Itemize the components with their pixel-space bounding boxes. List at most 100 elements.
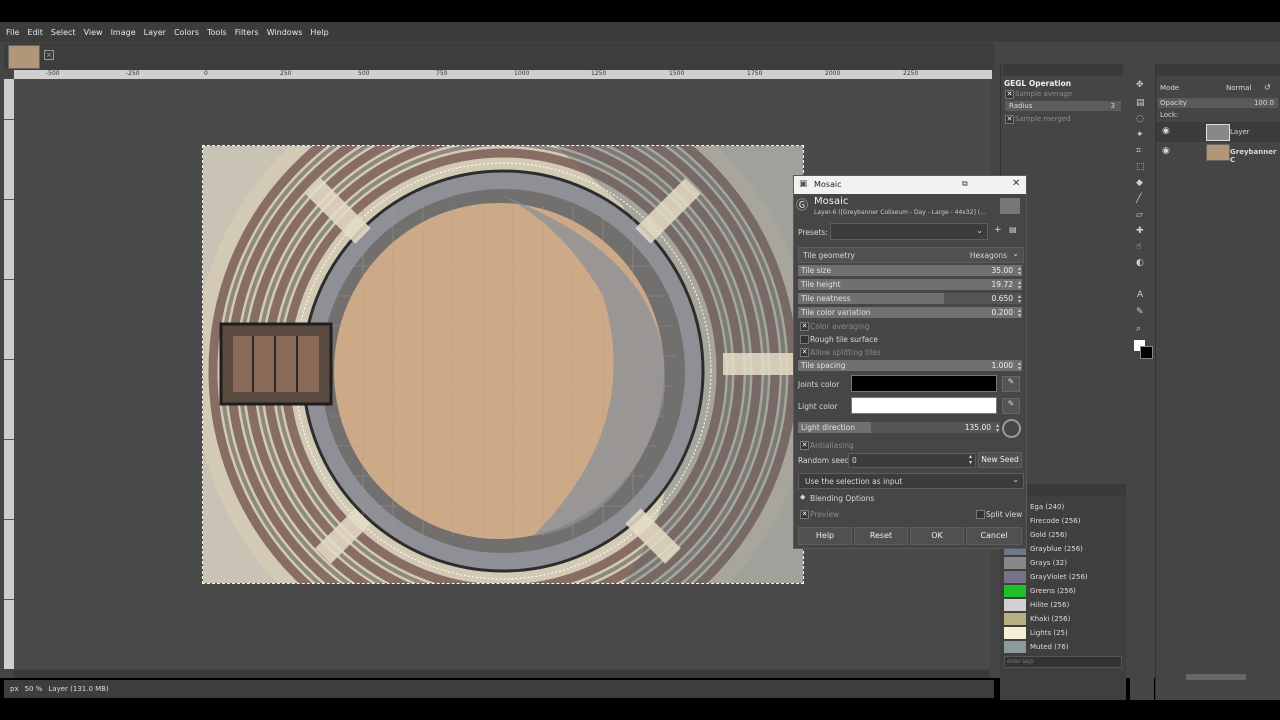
radius-field[interactable]: Radius 3	[1005, 101, 1121, 111]
text-tool-icon[interactable]: A	[1137, 290, 1143, 300]
background-color-swatch[interactable]	[1140, 346, 1153, 359]
reset-mode-icon[interactable]: ↺	[1264, 83, 1271, 92]
smudge-tool-icon[interactable]: ☝	[1136, 242, 1141, 252]
fuzzy-select-icon[interactable]: ✦	[1136, 130, 1144, 140]
allow-splitting-checkbox[interactable]: ✕	[800, 348, 809, 357]
menu-colors[interactable]: Colors	[174, 28, 199, 37]
menu-view[interactable]: View	[84, 28, 103, 37]
menu-select[interactable]: Select	[51, 28, 76, 37]
horizontal-scrollbar[interactable]	[14, 670, 990, 678]
dialog-titlebar[interactable]: ▣ Mosaic ⧉ ✕	[794, 176, 1026, 194]
spin-arrows-icon[interactable]: ▴ ▾	[969, 454, 972, 466]
palette-item[interactable]: Hilite (256)	[1004, 598, 1120, 612]
dodge-tool-icon[interactable]: ◐	[1136, 258, 1144, 268]
tile-geometry-dropdown[interactable]: Tile geometry Hexagons ⌄	[798, 247, 1024, 263]
color-picker-icon[interactable]: ✎	[1136, 307, 1144, 317]
spin-arrows-icon[interactable]: ▴ ▾	[1018, 266, 1021, 277]
light-direction-slider[interactable]: Light direction 135.00 ▴ ▾	[798, 422, 1000, 434]
palette-item[interactable]: Greens (256)	[1004, 584, 1120, 598]
new-seed-button[interactable]: New Seed	[978, 452, 1022, 468]
paintbrush-icon[interactable]: ╱	[1136, 194, 1141, 204]
tile-size-slider[interactable]: Tile size 35.00 ▴ ▾	[798, 265, 1022, 277]
unit-selector[interactable]: px	[10, 685, 19, 693]
help-button[interactable]: Help	[798, 527, 852, 545]
zoom-tool-icon[interactable]: ⌕	[1136, 324, 1141, 334]
light-color-button[interactable]	[851, 397, 997, 414]
clone-tool-icon[interactable]: ✚	[1136, 226, 1144, 236]
opacity-slider[interactable]: Opacity 100.0	[1158, 98, 1278, 108]
palette-swatch	[1004, 627, 1026, 639]
split-view-checkbox[interactable]	[976, 510, 985, 519]
tile-color-variation-slider[interactable]: Tile color variation 0.200 ▴ ▾	[798, 307, 1022, 319]
palette-item[interactable]: Lights (25)	[1004, 626, 1120, 640]
eraser-icon[interactable]: ▱	[1136, 210, 1143, 220]
menu-help[interactable]: Help	[310, 28, 328, 37]
close-icon[interactable]: ✕	[1012, 178, 1020, 189]
opacity-value: 100.0	[1253, 99, 1274, 107]
transform-tool-icon[interactable]: ⬚	[1136, 162, 1145, 172]
menu-layer[interactable]: Layer	[144, 28, 166, 37]
menu-image[interactable]: Image	[111, 28, 136, 37]
preset-menu-icon[interactable]: ▤	[1009, 225, 1017, 234]
direction-dial[interactable]	[1002, 419, 1021, 438]
spin-arrows-icon[interactable]: ▴ ▾	[1018, 280, 1021, 291]
expander-icon[interactable]: ◆	[800, 493, 805, 501]
ruler-tick: 1750	[747, 70, 763, 77]
tile-neatness-slider[interactable]: Tile neatness 0.650 ▴ ▾	[798, 293, 1022, 305]
joints-color-button[interactable]	[851, 375, 997, 392]
palette-item[interactable]: Muted (76)	[1004, 640, 1120, 654]
ruler-mark	[4, 439, 14, 440]
zoom-selector[interactable]: 50 %	[25, 685, 43, 693]
selection-input-dropdown[interactable]: Use the selection as input ⌄	[798, 473, 1024, 489]
add-preset-icon[interactable]: +	[994, 225, 1002, 235]
sample-average-checkbox[interactable]: ✕	[1005, 90, 1014, 99]
palette-tag-filter[interactable]	[1004, 656, 1122, 668]
menu-tools[interactable]: Tools	[207, 28, 227, 37]
color-picker-icon[interactable]: ✎	[1002, 398, 1020, 414]
palette-item[interactable]: Grays (32)	[1004, 556, 1120, 570]
mode-dropdown[interactable]: Normal	[1226, 84, 1251, 92]
spin-arrows-icon[interactable]: ▴ ▾	[1018, 361, 1021, 372]
eye-icon[interactable]: ◉	[1162, 126, 1170, 136]
bucket-fill-icon[interactable]: ◆	[1136, 178, 1143, 188]
palette-item[interactable]: GrayViolet (256)	[1004, 570, 1120, 584]
antialiasing-label: Antialiasing	[810, 441, 854, 450]
eye-icon[interactable]: ◉	[1162, 146, 1170, 156]
image-canvas[interactable]	[202, 145, 804, 584]
random-seed-input[interactable]: 0 ▴ ▾	[848, 453, 976, 468]
slider-value: 35.00	[991, 266, 1013, 275]
rough-surface-checkbox[interactable]	[800, 335, 809, 344]
menu-file[interactable]: File	[6, 28, 19, 37]
ok-button[interactable]: OK	[910, 527, 964, 545]
lasso-tool-icon[interactable]: ◌	[1136, 114, 1144, 124]
tile-height-slider[interactable]: Tile height 19.72 ▴ ▾	[798, 279, 1022, 291]
palette-item[interactable]: Khaki (256)	[1004, 612, 1120, 626]
presets-dropdown[interactable]: ⌄	[830, 223, 988, 240]
cancel-button[interactable]: Cancel	[966, 527, 1022, 545]
menu-windows[interactable]: Windows	[267, 28, 303, 37]
menu-filters[interactable]: Filters	[235, 28, 259, 37]
color-averaging-checkbox[interactable]: ✕	[800, 322, 809, 331]
color-picker-icon[interactable]: ✎	[1002, 376, 1020, 392]
layer-row-active[interactable]: ◉ Layer	[1156, 122, 1280, 142]
tile-spacing-slider[interactable]: Tile spacing 1.000 ▴ ▾	[798, 360, 1022, 372]
layer-row[interactable]: ◉ Greybanner C	[1156, 142, 1280, 164]
reset-button[interactable]: Reset	[854, 527, 908, 545]
layers-scrollbar[interactable]	[1186, 674, 1246, 680]
sample-merged-checkbox[interactable]: ✕	[1005, 115, 1014, 124]
restore-icon[interactable]: ⧉	[962, 179, 968, 189]
move-tool-icon[interactable]: ✥	[1136, 80, 1144, 90]
preview-checkbox[interactable]: ✕	[800, 510, 809, 519]
crop-tool-icon[interactable]: ⌗	[1136, 146, 1141, 156]
image-tab-thumbnail[interactable]	[8, 45, 40, 69]
antialiasing-checkbox[interactable]: ✕	[800, 441, 809, 450]
blending-options-label[interactable]: Blending Options	[810, 494, 874, 503]
rough-surface-label: Rough tile surface	[810, 335, 878, 344]
spin-arrows-icon[interactable]: ▴ ▾	[1018, 294, 1021, 305]
close-icon[interactable]: ×	[44, 50, 54, 60]
layers-panel: Mode Normal ↺ Opacity 100.0 Lock: ◉ Laye…	[1155, 64, 1280, 700]
spin-arrows-icon[interactable]: ▴ ▾	[1018, 308, 1021, 319]
align-tool-icon[interactable]: ▤	[1136, 98, 1145, 108]
spin-arrows-icon[interactable]: ▴ ▾	[996, 423, 999, 434]
menu-edit[interactable]: Edit	[27, 28, 43, 37]
